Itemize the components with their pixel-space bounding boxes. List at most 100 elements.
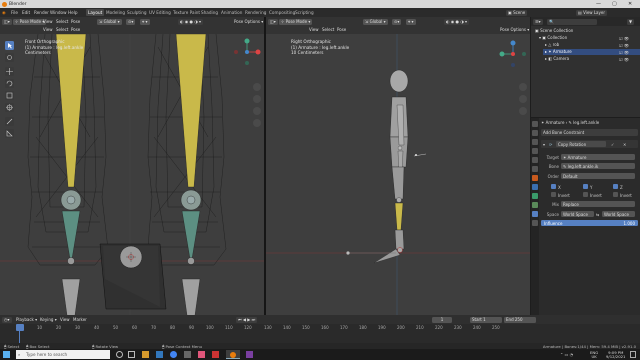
scale-tool-icon[interactable] [5,91,14,100]
outliner-filter-icon[interactable]: ▼ [627,18,635,25]
outliner-visibility-icons[interactable]: ☑ 👁 ☑ 👁 ☑ 👁 ☑ 👁 [619,35,629,63]
right-snap-button[interactable]: ⌖ ▾ [406,18,416,25]
menu-window[interactable]: Window [50,10,67,15]
file-explorer-icon[interactable] [142,351,149,358]
constraint-enable-icon[interactable]: ✓ [611,142,614,147]
keying-menu[interactable]: Keying ▾ [40,317,57,322]
left-editor-type-button[interactable]: ◫▾ [2,18,12,25]
timeline-view-menu[interactable]: View [60,317,70,322]
menu-edit[interactable]: Edit [22,10,30,15]
measure-tool-icon[interactable] [5,129,14,138]
right-mode-dropdown[interactable]: ⊹ Pose Mode ▾ [279,18,313,25]
left-viewport-shading-buttons[interactable]: ◐ ◉ ● ◑ ▾ [178,18,204,25]
right-select-menu[interactable]: Select [322,27,334,32]
left-select-menu[interactable]: Select [56,27,68,32]
right-pose-menu[interactable]: Pose [337,27,346,32]
outliner-item-camera[interactable]: ▸ ◧ Camera [545,56,569,61]
close-button[interactable]: ✕ [628,1,632,7]
left-pose-menu-top[interactable]: Pose [71,19,80,24]
menu-render[interactable]: Render [34,10,49,15]
store-icon[interactable] [184,351,191,358]
end-frame-field[interactable]: End 250 [504,316,536,323]
taskbar-search-input[interactable]: Type here to search [16,350,110,359]
upper-leg-bone-right[interactable] [175,33,207,188]
tab-uv-editing[interactable]: UV Editing [147,9,173,16]
app-icon[interactable] [198,351,205,358]
select-box-tool-icon[interactable] [5,41,14,50]
world-tab-icon[interactable] [532,166,538,172]
texture-tab-icon[interactable] [532,220,538,226]
app2-icon[interactable] [246,351,253,358]
right-editor-type-button[interactable]: ◫▾ [268,18,278,25]
left-navigation-gizmo[interactable] [232,37,262,67]
left-orientation-dropdown[interactable]: ⇲ Global ▾ [97,18,122,25]
right-3d-viewport[interactable]: ◫▾ ⊹ Pose Mode ▾ View Select Pose ⇲ Glob… [266,17,530,315]
upper-leg-bone-left[interactable] [55,33,87,188]
windows-start-icon[interactable] [3,351,10,358]
task-view-icon[interactable] [128,351,135,358]
order-dropdown[interactable]: Default [561,173,635,179]
left-pivot-button[interactable]: ⊙▾ [126,18,136,25]
language-indicator[interactable]: ENG UK [590,350,598,359]
start-frame-field[interactable]: Start 1 [470,316,502,323]
influence-slider[interactable]: Influence 1.000 [541,220,638,226]
right-pan-icon[interactable] [519,95,527,103]
maximize-button[interactable]: ▢ [612,1,617,7]
constraint-remove-icon[interactable]: ✕ [623,142,626,147]
tab-texture-paint[interactable]: Texture Paint [171,9,202,16]
right-viewport-shading-buttons[interactable]: ◐ ◉ ● ◑ ▾ [444,18,470,25]
mix-dropdown[interactable]: Replace [561,201,635,207]
ankle-bone-left[interactable] [61,210,81,260]
recorder-icon[interactable] [212,351,219,358]
axis-z-checkbox[interactable]: Z [620,185,623,190]
view-layer-tab-icon[interactable] [532,148,538,154]
menu-file[interactable]: File [11,10,18,15]
left-mode-dropdown[interactable]: ⊹ Pose Mode ▾ [13,18,47,25]
cursor-tool-icon[interactable] [5,53,14,62]
left-view-menu-top[interactable]: View [43,19,53,24]
right-navigation-gizmo[interactable] [498,39,528,69]
bone-constraint-tab-icon[interactable] [532,211,538,217]
tab-animation[interactable]: Animation [219,9,244,16]
playback-controls[interactable]: ⏮ ◀ ▶ ⏭ [236,316,258,323]
move-tool-icon[interactable] [5,67,14,76]
output-tab-icon[interactable] [532,139,538,145]
outliner-search-input[interactable]: 🔍 [547,18,597,25]
invert-x-checkbox[interactable]: Invert [558,193,570,198]
marker-menu[interactable]: Marker [73,317,87,322]
blender-menu-icon[interactable]: ◉ [2,10,6,15]
tab-rendering[interactable]: Rendering [243,9,268,16]
chrome-icon[interactable] [170,351,177,358]
ankle-bone-right[interactable] [181,210,201,260]
left-snap-button[interactable]: ⌖ ▾ [140,18,150,25]
left-select-menu-top[interactable]: Select [56,19,68,24]
constraint-name-field[interactable]: Copy Rotation [556,141,606,147]
outliner-item-rob[interactable]: ▸ △ rob [545,42,559,47]
menu-help[interactable]: Help [68,10,78,15]
target-space-dropdown[interactable]: World Space [602,211,635,217]
collapse-icon[interactable]: ▾ [543,142,545,147]
tab-shading[interactable]: Shading [199,9,220,16]
right-pivot-button[interactable]: ⊙▾ [392,18,402,25]
outliner-root[interactable]: ▣ Scene Collection [535,28,573,33]
clock[interactable]: 9:09 PM 9/12/2021 [606,350,625,359]
left-perspective-toggle-icon[interactable] [253,119,261,127]
right-orientation-dropdown[interactable]: ⇲ Global ▾ [363,18,388,25]
left-pan-icon[interactable] [253,95,261,103]
selected-ankle-bone[interactable] [394,202,404,231]
left-pose-options-menu[interactable]: Pose Options ▾ [234,19,263,24]
left-3d-viewport[interactable]: ◫▾ ⊹ Pose Mode ▾ View Select Pose View S… [0,17,264,315]
right-zoom-icon[interactable] [519,83,527,91]
rotate-tool-icon[interactable] [5,79,14,88]
tab-layout[interactable]: Layout [86,9,105,16]
tab-scripting[interactable]: Scripting [293,9,316,16]
scene-selector[interactable]: ▣ Scene [506,9,528,16]
playback-menu[interactable]: Playback ▾ [16,317,37,322]
system-tray-icons[interactable]: ⌃ ▭ ◔ [560,352,573,357]
physics-tab-icon[interactable] [532,184,538,190]
outliner-item-armature[interactable]: ▸ ✶ Armature [545,49,572,54]
bone-field[interactable]: ✎ leg.left.ankle.ik [561,163,635,169]
left-zoom-icon[interactable] [253,83,261,91]
scene-tab-icon[interactable] [532,157,538,163]
notifications-icon[interactable] [630,351,636,358]
